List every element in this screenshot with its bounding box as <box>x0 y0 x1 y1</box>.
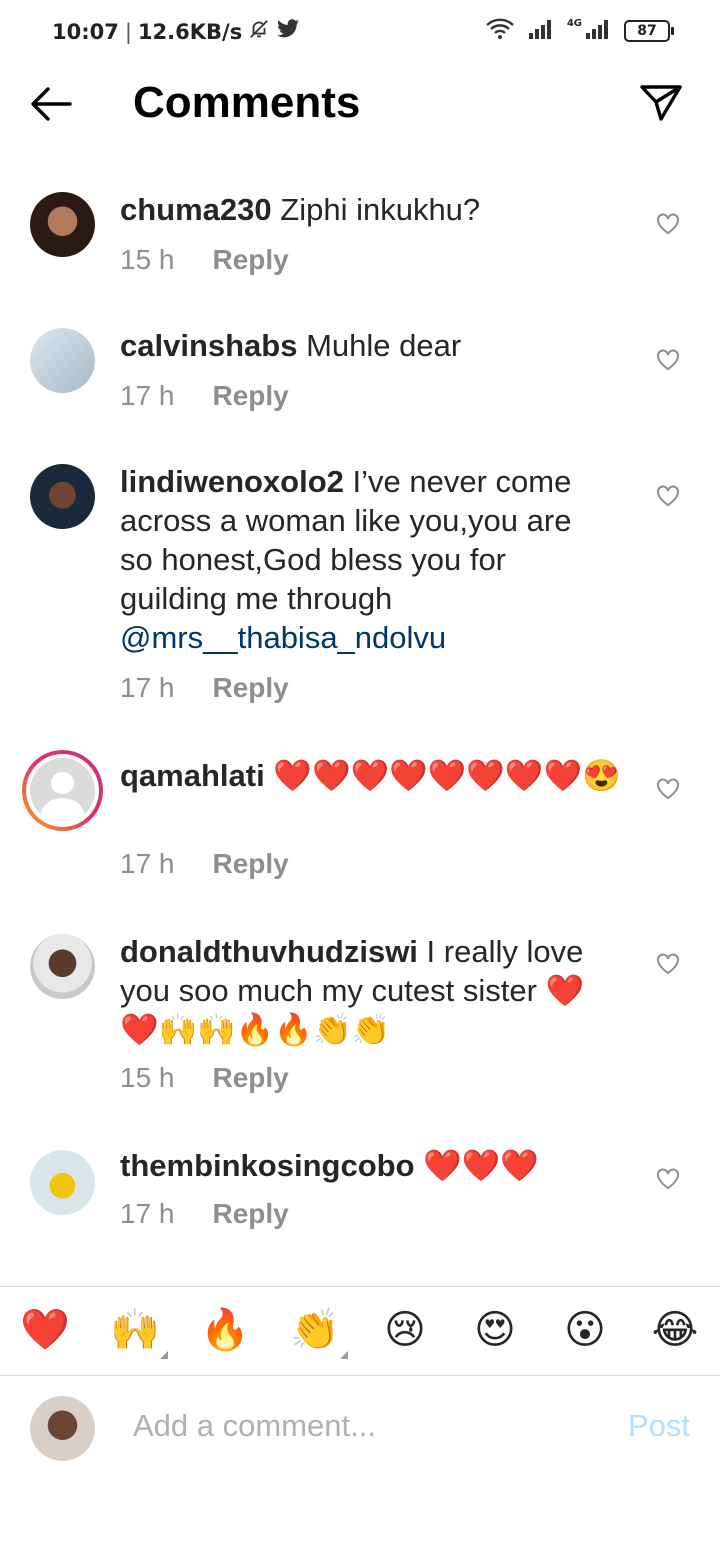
comment-input[interactable]: Add a comment... <box>133 1408 376 1444</box>
page-title: Comments <box>133 78 361 127</box>
comment-time: 17 h <box>120 380 175 411</box>
comment-text: ❤️❤️❤️❤️❤️❤️❤️❤️😍 <box>273 758 621 793</box>
reply-button[interactable]: Reply <box>213 848 289 880</box>
comment-text: ❤️❤️❤️ <box>423 1148 539 1183</box>
heart-outline-icon[interactable] <box>656 485 680 507</box>
comment-username[interactable]: qamahlati <box>120 758 265 793</box>
heart-outline-icon[interactable] <box>656 349 680 371</box>
signal-icon <box>527 18 555 44</box>
reply-button[interactable]: Reply <box>213 380 289 412</box>
comment-time: 15 h <box>120 244 175 275</box>
comment-time: 17 h <box>120 1198 175 1229</box>
comment-text: Ziphi inkukhu? <box>280 192 481 227</box>
reply-button[interactable]: Reply <box>213 672 289 704</box>
avatar[interactable] <box>22 750 103 831</box>
heart-outline-icon[interactable] <box>656 213 680 235</box>
emoji-surprised[interactable]: 😮 <box>560 1305 610 1355</box>
comment-time: 15 h <box>120 1062 175 1093</box>
share-button[interactable] <box>638 82 684 124</box>
reply-button[interactable]: Reply <box>213 244 289 276</box>
signal-icon-2 <box>584 18 612 44</box>
status-right: 4G 87 <box>485 17 674 44</box>
avatar[interactable] <box>30 464 95 529</box>
network-type: 4G <box>566 17 582 29</box>
avatar[interactable] <box>30 934 95 999</box>
emoji-laughing[interactable]: 😂 <box>650 1305 700 1355</box>
avatar[interactable] <box>30 192 95 257</box>
comment-time: 17 h <box>120 848 175 879</box>
emoji-heart-eyes[interactable]: 😍 <box>470 1305 520 1355</box>
status-time: 10:07 <box>52 19 119 44</box>
heart-outline-icon[interactable] <box>656 778 680 800</box>
battery-icon: 87 <box>624 20 674 42</box>
heart-outline-icon[interactable] <box>656 953 680 975</box>
comment-username[interactable]: lindiwenoxolo2 <box>120 464 344 499</box>
wifi-icon <box>485 18 515 44</box>
avatar[interactable] <box>30 328 95 393</box>
post-button[interactable]: Post <box>628 1408 690 1444</box>
heart-outline-icon[interactable] <box>656 1168 680 1190</box>
reply-button[interactable]: Reply <box>213 1062 289 1094</box>
comment-mention[interactable]: @mrs__thabisa_ndolvu <box>120 620 446 655</box>
status-left: 10:07 | 12.6KB/s <box>52 18 300 45</box>
emoji-crying[interactable]: 😢 <box>380 1305 430 1355</box>
comment-username[interactable]: thembinkosingcobo <box>120 1148 415 1183</box>
emoji-fire[interactable]: 🔥 <box>200 1305 250 1355</box>
avatar[interactable] <box>30 1150 95 1215</box>
comment-username[interactable]: calvinshabs <box>120 328 297 363</box>
emoji-bar: ❤️ 🙌 🔥 👏 😢 😍 😮 😂 <box>0 1287 720 1375</box>
comment-time: 17 h <box>120 672 175 703</box>
my-avatar <box>30 1396 95 1461</box>
emoji-raising-hands[interactable]: 🙌 <box>110 1305 168 1359</box>
twitter-icon <box>276 19 300 44</box>
mute-bell-icon <box>248 18 270 45</box>
emoji-heart[interactable]: ❤️ <box>20 1305 70 1355</box>
comment-composer: Add a comment... Post <box>0 1376 720 1486</box>
header: Comments <box>0 64 720 148</box>
status-speed: 12.6KB/s <box>137 19 243 44</box>
arrow-left-icon <box>28 87 74 128</box>
default-avatar-icon <box>30 758 95 823</box>
comment-username[interactable]: donaldthuvhudziswi <box>120 934 418 969</box>
status-bar: 10:07 | 12.6KB/s 4G 87 <box>0 0 720 64</box>
comment-text: Muhle dear <box>306 328 462 363</box>
paper-plane-icon <box>638 85 684 128</box>
comment-username[interactable]: chuma230 <box>120 192 272 227</box>
back-button[interactable] <box>28 84 74 124</box>
emoji-clap[interactable]: 👏 <box>290 1305 348 1359</box>
reply-button[interactable]: Reply <box>213 1198 289 1230</box>
